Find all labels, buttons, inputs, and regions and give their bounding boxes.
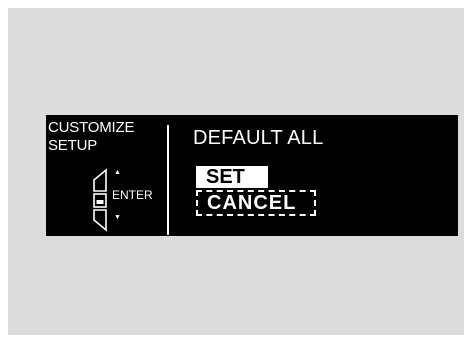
menu-title-line-1: CUSTOMIZE xyxy=(48,119,135,136)
figure-panel: CUSTOMIZE SETUP ▲ ENTER ▼ DEFAULT ALL SE… xyxy=(8,8,464,335)
setting-title: DEFAULT ALL xyxy=(193,127,324,149)
set-option[interactable]: SET xyxy=(196,166,268,188)
display-screen: CUSTOMIZE SETUP ▲ ENTER ▼ DEFAULT ALL SE… xyxy=(46,115,458,236)
cancel-option[interactable]: CANCEL xyxy=(196,190,316,216)
menu-title-line-2: SETUP xyxy=(48,137,98,154)
enter-label: ENTER xyxy=(112,188,153,202)
down-arrow-icon: ▼ xyxy=(114,214,121,221)
menu-title: CUSTOMIZE SETUP xyxy=(48,119,134,155)
interface-dial[interactable]: ▲ ENTER ▼ xyxy=(86,167,162,233)
up-arrow-icon: ▲ xyxy=(114,169,121,176)
divider xyxy=(167,125,169,235)
